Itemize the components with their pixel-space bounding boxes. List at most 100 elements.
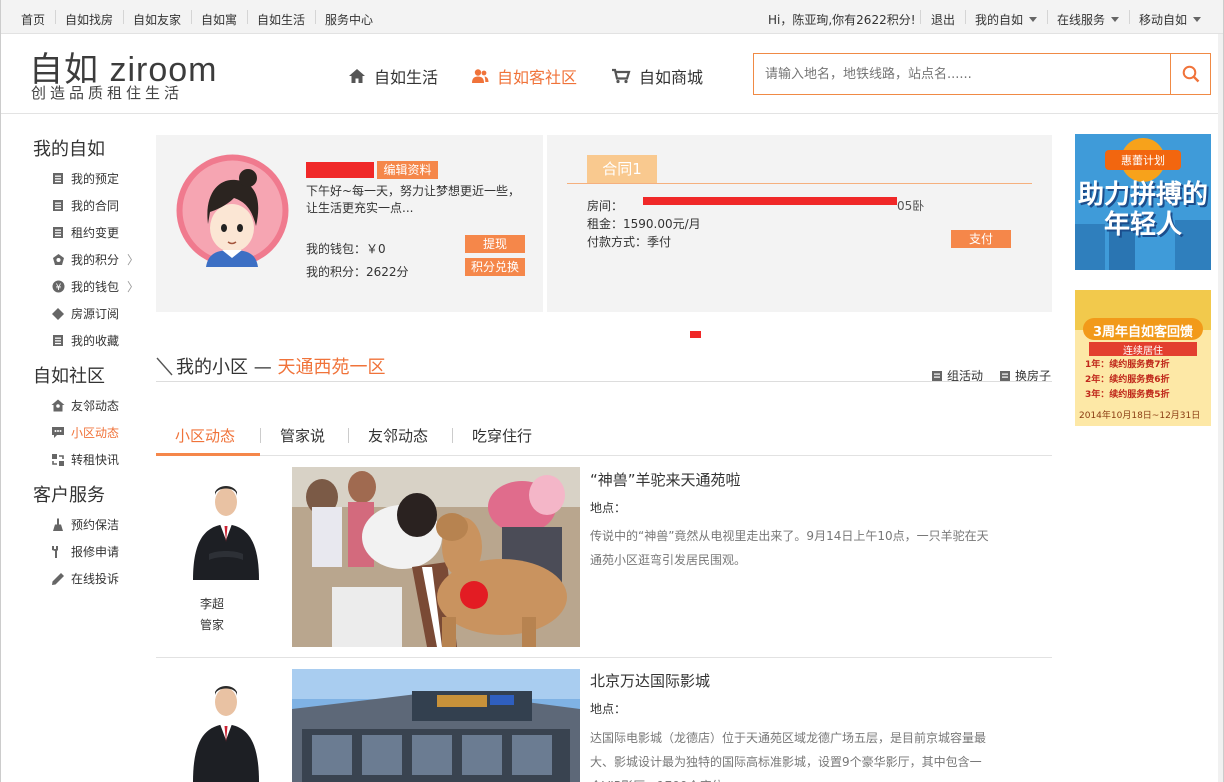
sidebar-item-subscription[interactable]: 房源订阅 — [51, 305, 119, 322]
my-ziroom-menu[interactable]: 我的自如 — [975, 11, 1038, 28]
nav-ziroom-life[interactable]: 自如生活 — [348, 64, 438, 88]
slash-decoration — [156, 357, 173, 376]
search-button[interactable] — [1170, 54, 1210, 94]
post-title[interactable]: 北京万达国际影城 — [590, 670, 710, 691]
redacted-address — [643, 197, 897, 205]
top-link-ziroom-life[interactable]: 自如生活 — [257, 11, 305, 28]
divider — [156, 381, 1052, 382]
butler-photo — [187, 680, 265, 782]
top-link-ziroom-home[interactable]: 自如友家 — [133, 11, 181, 28]
carousel-indicator[interactable] — [690, 331, 701, 338]
transfer-icon — [51, 453, 65, 467]
ad-tag: 惠蕾计划 — [1121, 154, 1165, 167]
chevron-down-icon — [1029, 17, 1038, 22]
nav-community[interactable]: 自如客社区 — [471, 64, 577, 88]
tab-living[interactable]: 吃穿住行 — [472, 425, 532, 446]
online-service-menu[interactable]: 在线服务 — [1057, 11, 1120, 28]
sidebar-item-complaint[interactable]: 在线投诉 — [51, 570, 119, 587]
tab-butler-says[interactable]: 管家说 — [280, 425, 325, 446]
top-link-home[interactable]: 首页 — [21, 11, 45, 28]
logout-link[interactable]: 退出 — [931, 11, 955, 28]
divider — [156, 657, 1052, 658]
tab-community-news[interactable]: 小区动态 — [175, 425, 235, 446]
chevron-right-icon: 〉 — [127, 253, 140, 267]
ad-line: 2年：续约服务费6折 — [1085, 375, 1170, 385]
search-input[interactable] — [754, 54, 1170, 94]
people-icon — [472, 69, 489, 83]
sidebar-item-wallet[interactable]: ¥ 我的钱包 — [51, 278, 119, 295]
pen-icon — [51, 572, 65, 586]
search-icon — [1182, 65, 1199, 83]
scrollbar-track[interactable] — [1218, 34, 1223, 782]
post-photo-cinema[interactable] — [292, 669, 580, 782]
document-icon — [932, 370, 942, 381]
tab-contract-1[interactable]: 合同1 — [587, 155, 657, 183]
pay-button[interactable]: 支付 — [951, 230, 1011, 248]
chat-bubble-icon — [51, 426, 65, 440]
tabs-divider — [156, 455, 1052, 456]
wallet-balance: 我的钱包：￥0 — [306, 242, 386, 256]
post-description: 传说中的“神兽”竟然从电视里走出来了。9月14日上午10点，一只羊驼在天通苑小区… — [590, 529, 989, 567]
house-user-icon — [51, 399, 65, 413]
sidebar-item-sublet-news[interactable]: 转租快讯 — [51, 451, 119, 468]
ad-line: 1年：续约服务费7折 — [1085, 360, 1170, 370]
sidebar-item-favorites[interactable]: 我的收藏 — [51, 332, 119, 349]
document-icon — [51, 199, 65, 213]
ad-banner-anniversary[interactable]: 3周年自如客回馈 连续居住 1年：续约服务费7折 2年：续约服务费6折 3年：续… — [1075, 290, 1211, 426]
sidebar-item-neighbor-news[interactable]: 友邻动态 — [51, 397, 119, 414]
wrench-icon — [51, 545, 65, 559]
butler-photo — [187, 480, 265, 580]
contract-card: 合同1 房间： 05卧 租金：1590.00元/月 付款方式：季付 支付 — [547, 135, 1052, 312]
top-bar: 首页 自如找房 自如友家 自如寓 自如生活 服务中心 Hi，陈亚珣,你有2622… — [1, 0, 1223, 34]
top-link-service-center[interactable]: 服务中心 — [325, 11, 373, 28]
sidebar-item-repair[interactable]: 报修申请 — [51, 543, 119, 560]
sidebar-item-bookings[interactable]: 我的预定 — [51, 170, 119, 187]
top-link-ziroom-apartment[interactable]: 自如寓 — [201, 11, 237, 28]
home-icon — [349, 69, 365, 83]
svg-text:¥: ¥ — [55, 283, 61, 293]
contract-room-suffix: 05卧 — [897, 199, 925, 213]
broom-icon — [51, 518, 65, 532]
points-balance: 我的积分：2622分 — [306, 265, 409, 279]
avatar[interactable] — [176, 154, 289, 267]
ad-subtitle: 连续居住 — [1123, 346, 1163, 357]
post-description: 达国际电影城（龙德店）位于天通苑区域龙德广场五层，是目前京城容量最大、影城设计最… — [590, 731, 987, 782]
ad-date: 2014年10月18日~12月31日 — [1079, 411, 1201, 421]
butler-role: 管家 — [200, 618, 225, 632]
top-link-find-room[interactable]: 自如找房 — [65, 11, 113, 28]
sidebar-item-cleaning[interactable]: 预约保洁 — [51, 516, 119, 533]
site-header: 自如 ziroom 创造品质租住生活 自如生活 自如客社区 自如商城 — [1, 34, 1223, 114]
post-photo-alpaca[interactable] — [292, 467, 580, 647]
mobile-ziroom-menu[interactable]: 移动自如 — [1139, 11, 1202, 28]
sidebar-heading-service: 客户服务 — [33, 485, 105, 506]
post-location: 地点： — [590, 501, 627, 515]
sidebar-item-points[interactable]: 我的积分 — [51, 251, 119, 268]
withdraw-button[interactable]: 提现 — [465, 235, 525, 253]
ad-background — [1075, 290, 1211, 426]
cart-icon — [612, 68, 631, 84]
sidebar-item-lease-change[interactable]: 租约变更 — [51, 224, 119, 241]
yuan-coin-icon: ¥ — [51, 280, 65, 294]
sidebar-item-contracts[interactable]: 我的合同 — [51, 197, 119, 214]
butler-name[interactable]: 李超 — [200, 595, 224, 612]
post-title[interactable]: “神兽”羊驼来天通苑啦 — [590, 469, 741, 490]
sidebar-heading-community: 自如社区 — [33, 366, 105, 387]
profile-motto: 下午好~每一天，努力让梦想更近一些，让生活更充实一点... — [306, 184, 521, 215]
ad-banner-young[interactable]: 惠蕾计划 助力拼搏的年轻人 — [1075, 134, 1211, 270]
redacted-username — [306, 162, 374, 178]
community-title: 我的小区 — 天通西苑一区 — [176, 357, 386, 378]
chevron-down-icon — [1111, 17, 1120, 22]
ad-title: 3周年自如客回馈 — [1092, 325, 1194, 340]
search-box — [753, 53, 1211, 95]
points-exchange-button[interactable]: 积分兑换 — [465, 258, 525, 276]
contract-divider — [567, 183, 1032, 184]
contract-rent: 租金：1590.00元/月 — [587, 217, 701, 231]
document-icon — [51, 172, 65, 186]
nav-mall[interactable]: 自如商城 — [611, 64, 703, 88]
document-icon — [1000, 370, 1010, 381]
sidebar-item-community-news[interactable]: 小区动态 — [51, 424, 119, 441]
user-greeting: Hi，陈亚珣,你有2622积分! — [768, 13, 916, 27]
edit-profile-button[interactable]: 编辑资料 — [377, 161, 438, 179]
tab-neighbor-news[interactable]: 友邻动态 — [368, 425, 428, 446]
chevron-right-icon: 〉 — [127, 280, 140, 294]
